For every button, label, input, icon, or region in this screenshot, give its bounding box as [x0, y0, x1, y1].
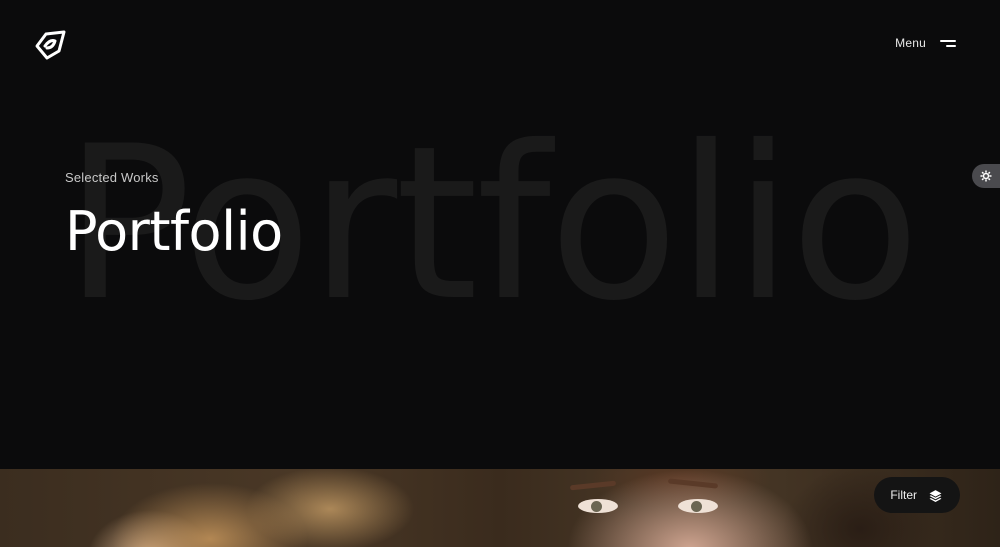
settings-toggle[interactable] [972, 164, 1000, 188]
menu-button[interactable]: Menu [895, 36, 956, 50]
portrait-detail [569, 480, 617, 491]
page-eyebrow: Selected Works [65, 170, 159, 185]
brand-logo[interactable] [34, 29, 68, 61]
portfolio-preview-image[interactable] [0, 469, 1000, 547]
filter-label: Filter [890, 488, 917, 502]
brand-logo-icon [35, 30, 66, 60]
gear-icon [980, 170, 992, 182]
menu-label: Menu [895, 36, 926, 50]
filter-button[interactable]: Filter [874, 477, 960, 513]
portrait-detail [578, 499, 618, 513]
portrait-detail [667, 478, 719, 489]
portrait-detail [678, 499, 718, 513]
hamburger-icon [940, 38, 956, 48]
page-title: Portfolio [65, 200, 283, 263]
layers-icon [929, 489, 942, 502]
